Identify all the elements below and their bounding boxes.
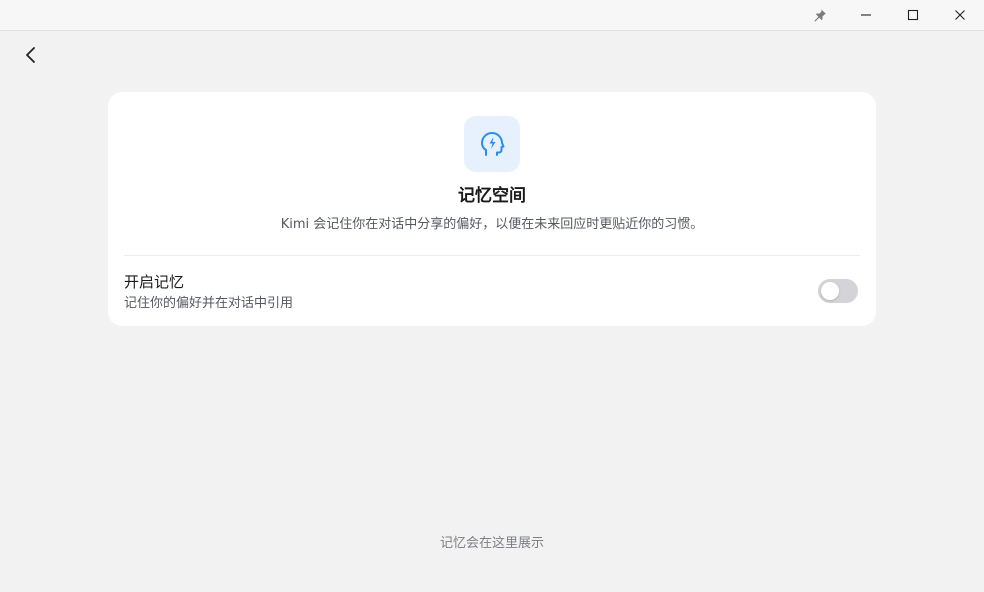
maximize-icon xyxy=(907,9,919,21)
chevron-left-icon xyxy=(26,47,35,63)
maximize-button[interactable] xyxy=(890,0,936,30)
pin-icon xyxy=(814,9,826,22)
divider xyxy=(124,255,860,256)
head-bolt-icon xyxy=(481,132,505,156)
close-icon xyxy=(955,10,965,20)
empty-state-text: 记忆会在这里展示 xyxy=(439,536,544,551)
minimize-button[interactable] xyxy=(843,0,889,30)
close-button[interactable] xyxy=(937,0,983,30)
minimize-icon xyxy=(861,14,871,16)
memory-toggle[interactable] xyxy=(818,279,858,303)
toggle-knob xyxy=(821,282,839,300)
memory-space-card: 记忆空间 Kimi 会记住你在对话中分享的偏好，以便在未来回应时更贴近你的习惯。… xyxy=(108,92,876,326)
card-description: Kimi 会记住你在对话中分享的偏好，以便在未来回应时更贴近你的习惯。 xyxy=(280,217,704,232)
pin-button[interactable] xyxy=(797,0,843,30)
memory-icon-badge xyxy=(464,116,520,172)
memory-setting-label: 开启记忆 xyxy=(124,273,185,291)
card-title: 记忆空间 xyxy=(458,186,526,206)
memory-setting-sublabel: 记住你的偏好并在对话中引用 xyxy=(124,296,294,311)
back-button[interactable] xyxy=(16,40,46,70)
title-bar xyxy=(0,0,984,31)
